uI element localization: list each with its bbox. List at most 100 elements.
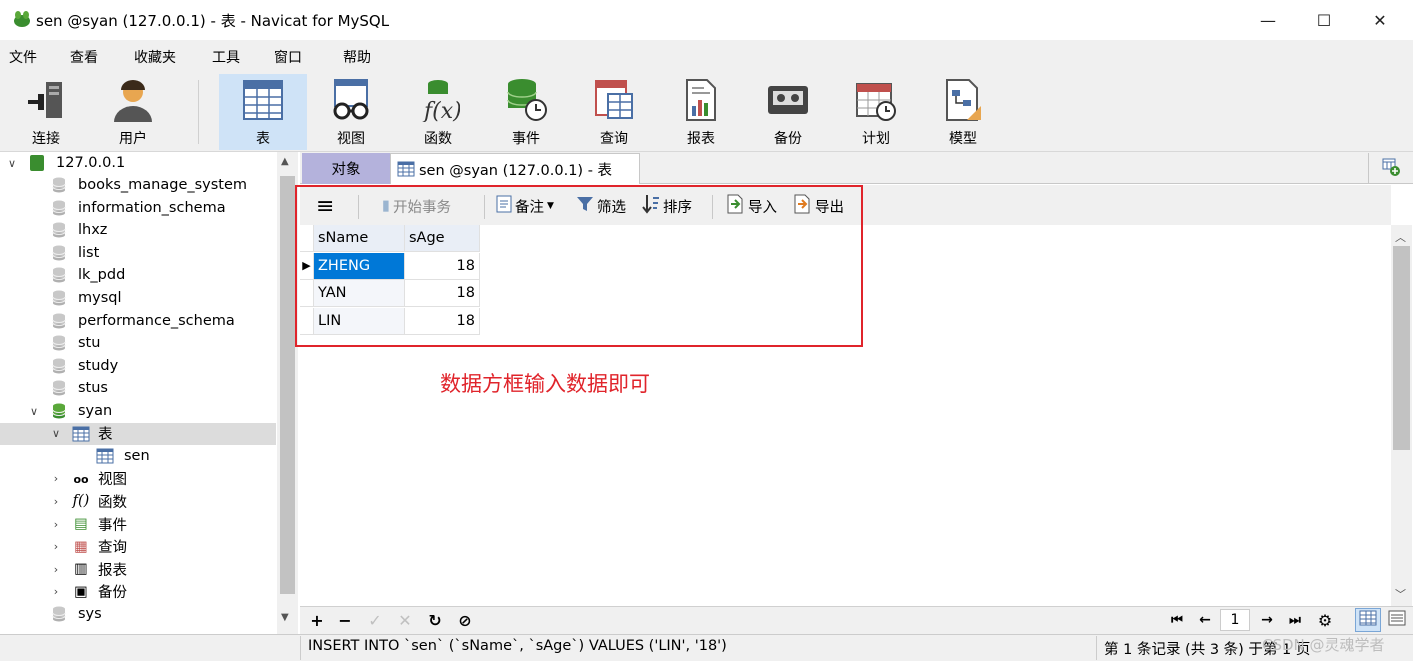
tree-database-item[interactable]: stus bbox=[0, 377, 276, 399]
ribbon-function-button[interactable]: f(x) 函数 bbox=[405, 74, 471, 150]
last-page-icon[interactable]: ⏭ bbox=[1284, 609, 1306, 631]
connection-icon bbox=[24, 76, 68, 122]
tab-objects[interactable]: 对象 bbox=[302, 153, 390, 184]
database-icon bbox=[52, 313, 66, 329]
scroll-up-icon[interactable]: ︿ bbox=[1395, 229, 1406, 245]
query-icon bbox=[592, 76, 636, 122]
prev-page-icon[interactable]: ← bbox=[1194, 609, 1216, 631]
ribbon-model-button[interactable]: 模型 bbox=[930, 74, 996, 150]
chevron-right-icon[interactable]: › bbox=[50, 563, 62, 576]
watermark: CSDN @灵魂学者 bbox=[1262, 636, 1385, 654]
discard-changes-button[interactable]: ✕ bbox=[394, 609, 416, 631]
ribbon-schedule-button[interactable]: 计划 bbox=[843, 74, 909, 150]
ribbon-query-button[interactable]: 查询 bbox=[581, 74, 647, 150]
next-page-icon[interactable]: → bbox=[1256, 609, 1278, 631]
database-icon bbox=[52, 358, 66, 374]
backup-icon bbox=[766, 76, 810, 122]
apply-changes-button[interactable]: ✓ bbox=[364, 609, 386, 631]
ribbon-view-button[interactable]: 视图 bbox=[318, 74, 384, 150]
page-number-input[interactable]: 1 bbox=[1220, 609, 1250, 631]
grid-scroll-thumb[interactable] bbox=[1393, 246, 1410, 450]
chevron-right-icon[interactable]: › bbox=[50, 472, 62, 485]
chevron-right-icon[interactable]: › bbox=[50, 585, 62, 598]
tree-subnode-item[interactable]: › ▣ 备份 bbox=[0, 581, 276, 603]
add-record-button[interactable]: + bbox=[306, 609, 328, 631]
menu-file[interactable]: 文件 bbox=[9, 47, 37, 67]
menu-view[interactable]: 查看 bbox=[70, 47, 98, 67]
minimize-button[interactable]: — bbox=[1240, 0, 1296, 40]
close-button[interactable]: ✕ bbox=[1352, 0, 1408, 40]
menu-favorites[interactable]: 收藏夹 bbox=[134, 47, 176, 67]
tree-database-item[interactable]: sys bbox=[0, 603, 276, 625]
database-icon bbox=[52, 222, 66, 238]
sql-status-text: INSERT INTO `sen` (`sName`, `sAge`) VALU… bbox=[308, 638, 727, 654]
tree-subnode-item[interactable]: › f() 函数 bbox=[0, 490, 276, 512]
tab-table-editor[interactable]: sen @syan (127.0.0.1) - 表 bbox=[390, 153, 640, 184]
tree-subnode-item[interactable]: › ▥ 报表 bbox=[0, 558, 276, 580]
tree-database-item[interactable]: information_schema bbox=[0, 197, 276, 219]
tree-subnode-item[interactable]: › oo 视图 bbox=[0, 468, 276, 490]
chevron-right-icon[interactable]: › bbox=[50, 518, 62, 531]
chevron-down-icon[interactable]: ∨ bbox=[28, 405, 40, 418]
schedule-icon bbox=[854, 76, 898, 122]
model-icon bbox=[941, 76, 985, 122]
first-page-icon[interactable]: ⏮ bbox=[1166, 609, 1188, 631]
scroll-down-icon[interactable]: ﹀ bbox=[1395, 586, 1406, 602]
chevron-right-icon[interactable]: › bbox=[50, 540, 62, 553]
table-icon bbox=[72, 426, 90, 442]
tree-table-item[interactable]: sen bbox=[0, 445, 276, 467]
report-icon bbox=[679, 76, 723, 122]
ribbon-backup-button[interactable]: 备份 bbox=[755, 74, 821, 150]
menu-window[interactable]: 窗口 bbox=[274, 47, 302, 67]
grid-view-icon bbox=[1359, 610, 1377, 630]
ribbon-table-button[interactable]: 表 bbox=[219, 74, 307, 150]
tree-database-item[interactable]: stu bbox=[0, 332, 276, 354]
tree-database-item[interactable]: mysql bbox=[0, 287, 276, 309]
tree-subnode-item[interactable]: › ▤ 事件 bbox=[0, 513, 276, 535]
ribbon-divider bbox=[198, 80, 199, 144]
database-icon bbox=[52, 335, 66, 351]
tree-subnode-item[interactable]: › ▦ 查询 bbox=[0, 536, 276, 558]
database-icon bbox=[52, 267, 66, 283]
tree-database-item[interactable]: lk_pdd bbox=[0, 264, 276, 286]
ribbon-connection-button[interactable]: 连接 bbox=[13, 74, 79, 150]
function-icon: f() bbox=[72, 493, 90, 510]
scroll-up-icon[interactable]: ▲ bbox=[281, 156, 289, 167]
sidebar-scroll-thumb[interactable] bbox=[280, 176, 295, 594]
ribbon-user-button[interactable]: 用户 bbox=[100, 74, 166, 150]
chevron-right-icon[interactable]: › bbox=[50, 495, 62, 508]
settings-gear-icon[interactable]: ⚙ bbox=[1314, 609, 1336, 631]
menu-help[interactable]: 帮助 bbox=[343, 47, 371, 67]
maximize-button[interactable]: ☐ bbox=[1296, 0, 1352, 40]
tree-database-item[interactable]: performance_schema bbox=[0, 310, 276, 332]
ribbon-report-button[interactable]: 报表 bbox=[668, 74, 734, 150]
status-divider bbox=[1096, 636, 1097, 660]
delete-record-button[interactable]: − bbox=[334, 609, 356, 631]
chevron-down-icon[interactable]: ∨ bbox=[6, 157, 18, 170]
new-object-button[interactable] bbox=[1368, 153, 1412, 184]
tree-database-item[interactable]: list bbox=[0, 242, 276, 264]
query-icon: ▦ bbox=[74, 538, 88, 555]
tree-database-item[interactable]: books_manage_system bbox=[0, 174, 276, 196]
scroll-down-icon[interactable]: ▼ bbox=[281, 612, 289, 623]
tree-tables-node[interactable]: ∨ 表 bbox=[0, 422, 276, 445]
navicat-logo-icon bbox=[12, 10, 32, 28]
view-icon: oo bbox=[73, 472, 89, 486]
status-divider bbox=[300, 636, 301, 660]
tree-database-syan[interactable]: ∨ syan bbox=[0, 400, 276, 422]
grid-view-button[interactable] bbox=[1355, 608, 1381, 632]
database-icon bbox=[52, 200, 66, 216]
menu-tools[interactable]: 工具 bbox=[212, 47, 240, 67]
tree-database-item[interactable]: lhxz bbox=[0, 219, 276, 241]
table-icon bbox=[241, 76, 285, 122]
tree-database-item[interactable]: study bbox=[0, 355, 276, 377]
database-icon bbox=[52, 290, 66, 306]
chevron-down-icon[interactable]: ∨ bbox=[50, 427, 62, 440]
refresh-icon[interactable]: ↻ bbox=[424, 609, 446, 631]
backup-icon: ▣ bbox=[74, 583, 88, 600]
navigation-tree: ∨ 127.0.0.1 books_manage_system informati… bbox=[0, 152, 298, 636]
tree-connection[interactable]: ∨ 127.0.0.1 bbox=[0, 152, 276, 174]
stop-icon[interactable]: ⊘ bbox=[454, 609, 476, 631]
ribbon-event-button[interactable]: 事件 bbox=[493, 74, 559, 150]
form-view-button[interactable] bbox=[1384, 608, 1410, 632]
